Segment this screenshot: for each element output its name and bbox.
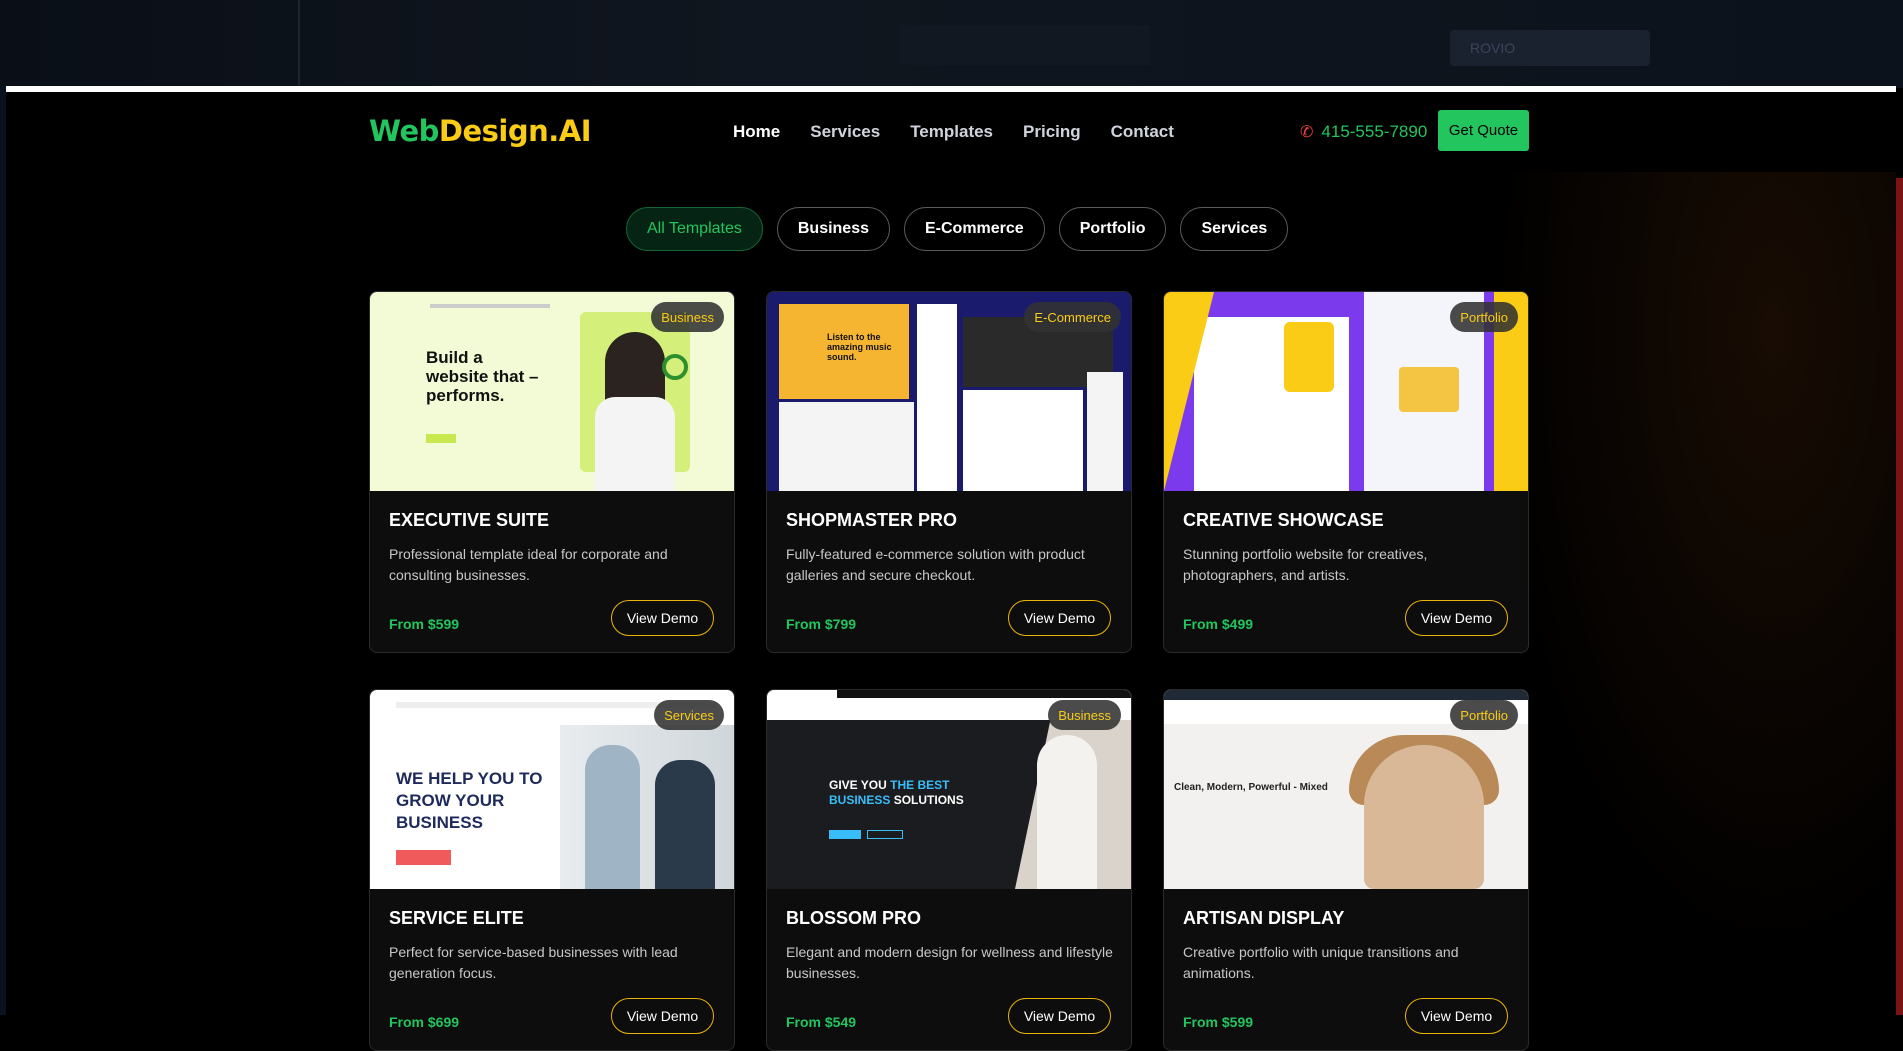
thumb-button xyxy=(396,850,451,865)
thumb-person xyxy=(1364,745,1484,889)
card-title: ARTISAN DISPLAY xyxy=(1183,908,1345,928)
card-description: Professional template ideal for corporat… xyxy=(389,546,668,583)
thumb-panel xyxy=(1087,372,1123,491)
card-description: Creative portfolio with unique transitio… xyxy=(1183,944,1459,981)
thumb-headline-part: GIVE YOU xyxy=(829,778,887,792)
backdrop-logo-text: ROVIO xyxy=(1470,40,1516,56)
view-demo-button[interactable]: View Demo xyxy=(611,600,714,636)
thumb-headline: WE HELP YOU TO GROW YOUR BUSINESS xyxy=(396,769,543,832)
nav-contact[interactable]: Contact xyxy=(1111,122,1174,142)
phone-link[interactable]: ✆ 415-555-7890 xyxy=(1300,122,1427,142)
backdrop-shape xyxy=(250,0,300,88)
card-description: Elegant and modern design for wellness a… xyxy=(786,944,1113,981)
thumb-person xyxy=(655,760,715,889)
nav-pricing[interactable]: Pricing xyxy=(1023,122,1081,142)
thumb-headline-part: THE BEST xyxy=(890,778,950,792)
thumb-decoration xyxy=(662,354,688,380)
filter-ecommerce[interactable]: E-Commerce xyxy=(904,207,1045,251)
card-description: Perfect for service-based businesses wit… xyxy=(389,944,678,981)
thumb-headline-part: BUSINESS xyxy=(829,793,891,807)
site-header: WebDesign.AI Home Services Templates Pri… xyxy=(6,92,1896,172)
category-badge: Portfolio xyxy=(1450,700,1518,730)
card-title: BLOSSOM PRO xyxy=(786,908,922,928)
card-price: From $799 xyxy=(786,616,857,632)
thumb-headline: Build a website that – performs. xyxy=(426,348,539,405)
thumb-button xyxy=(867,830,903,839)
card-description: Fully-featured e-commerce solution with … xyxy=(786,546,1085,583)
template-filters: All Templates Business E-Commerce Portfo… xyxy=(626,207,1302,251)
card-price: From $599 xyxy=(1183,1014,1254,1030)
get-quote-button[interactable]: Get Quote xyxy=(1438,110,1529,151)
template-card: Listen to the amazing music sound. E-Com… xyxy=(766,291,1132,653)
thumb-button xyxy=(829,830,861,839)
logo-part-web: Web xyxy=(369,114,439,148)
thumb-panel xyxy=(779,402,914,491)
template-card: Clean, Modern, Powerful - Mixed Portfoli… xyxy=(1163,689,1529,1051)
template-card: Build a website that – performs. Busines… xyxy=(369,291,735,653)
backdrop-logo: ROVIO xyxy=(1450,30,1650,66)
backdrop-shape xyxy=(900,25,1150,65)
card-price: From $599 xyxy=(389,616,460,632)
card-title: SERVICE ELITE xyxy=(389,908,524,928)
card-title: SHOPMASTER PRO xyxy=(786,510,958,530)
filter-portfolio[interactable]: Portfolio xyxy=(1058,207,1167,251)
template-card: Portfolio CREATIVE SHOWCASE Stunning por… xyxy=(1163,291,1529,653)
view-demo-button[interactable]: View Demo xyxy=(1008,600,1111,636)
card-description: Stunning portfolio website for creatives… xyxy=(1183,546,1428,583)
thumb-person xyxy=(585,745,640,889)
main-nav: Home Services Templates Pricing Contact xyxy=(733,122,1204,142)
site-logo[interactable]: WebDesign.AI xyxy=(369,114,592,148)
category-badge: E-Commerce xyxy=(1024,302,1121,332)
thumb-person xyxy=(595,397,675,491)
logo-part-design: Design.AI xyxy=(438,114,592,148)
phone-number: 415-555-7890 xyxy=(1321,122,1428,141)
thumb-headline: Listen to the amazing music sound. xyxy=(827,332,892,362)
category-badge: Services xyxy=(654,700,724,730)
thumb-panel xyxy=(963,390,1083,491)
thumb-headline-part: SOLUTIONS xyxy=(893,793,964,807)
view-demo-button[interactable]: View Demo xyxy=(1008,998,1111,1034)
card-price: From $499 xyxy=(1183,616,1254,632)
window-edge xyxy=(1896,178,1903,1015)
category-badge: Business xyxy=(1048,700,1121,730)
template-card: GIVE YOU THE BEST BUSINESS SOLUTIONS Bus… xyxy=(766,689,1132,1051)
thumb-topbar xyxy=(837,690,1131,698)
thumb-panel xyxy=(917,304,957,491)
template-card: WE HELP YOU TO GROW YOUR BUSINESS Servic… xyxy=(369,689,735,1051)
category-badge: Portfolio xyxy=(1450,302,1518,332)
thumb-person xyxy=(1037,735,1097,889)
filter-services[interactable]: Services xyxy=(1180,207,1289,251)
view-demo-button[interactable]: View Demo xyxy=(1405,600,1508,636)
thumb-button xyxy=(426,434,456,443)
category-badge: Business xyxy=(651,302,724,332)
thumb-headline: GIVE YOU THE BEST BUSINESS SOLUTIONS xyxy=(829,778,964,808)
filter-all-templates[interactable]: All Templates xyxy=(626,207,763,251)
background-backdrop: ROVIO xyxy=(0,0,1903,88)
background-glow xyxy=(1486,172,1896,972)
thumb-headline: Clean, Modern, Powerful - Mixed xyxy=(1174,782,1328,793)
view-demo-button[interactable]: View Demo xyxy=(1405,998,1508,1034)
card-title: CREATIVE SHOWCASE xyxy=(1183,510,1384,530)
website: WebDesign.AI Home Services Templates Pri… xyxy=(6,92,1896,1051)
card-title: EXECUTIVE SUITE xyxy=(389,510,550,530)
card-price: From $699 xyxy=(389,1014,460,1030)
nav-home[interactable]: Home xyxy=(733,122,780,142)
thumb-topbar xyxy=(1164,690,1528,700)
card-price: From $549 xyxy=(786,1014,857,1030)
filter-business[interactable]: Business xyxy=(776,207,890,251)
thumb-person xyxy=(1399,367,1459,412)
thumb-nav xyxy=(430,304,550,308)
thumb-person xyxy=(1284,322,1334,392)
nav-templates[interactable]: Templates xyxy=(910,122,993,142)
view-demo-button[interactable]: View Demo xyxy=(611,998,714,1034)
nav-services[interactable]: Services xyxy=(810,122,880,142)
phone-icon: ✆ xyxy=(1300,124,1314,141)
